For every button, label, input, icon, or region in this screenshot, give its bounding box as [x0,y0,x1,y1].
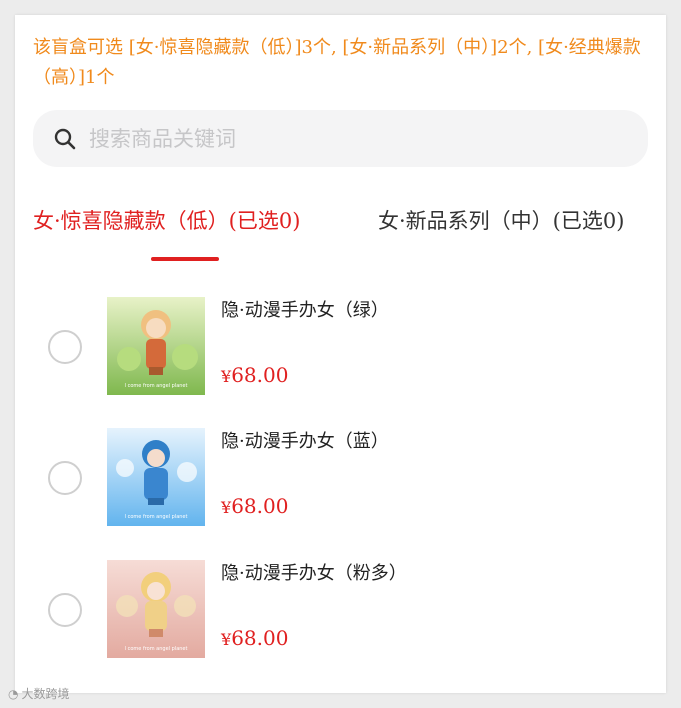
product-item[interactable]: I come from angel planet 隐·动漫手办女（粉多） ¥68… [15,560,666,660]
product-name: 隐·动漫手办女（蓝） [221,431,389,452]
thumb-caption: I come from angel planet [125,514,188,520]
search-input[interactable] [89,126,609,151]
tab-surprise-hidden[interactable]: 女·惊喜隐藏款（低）(已选0) [33,205,300,237]
select-radio[interactable] [48,593,82,627]
product-name: 隐·动漫手办女（绿） [221,300,389,321]
product-thumbnail[interactable]: I come from angel planet [107,428,205,526]
tab-new-series[interactable]: 女·新品系列（中）(已选0) [378,205,624,237]
product-price: ¥68.00 [221,363,289,387]
watermark-text: 大数跨境 [21,687,70,701]
product-price: ¥68.00 [221,626,289,650]
product-thumbnail[interactable]: I come from angel planet [107,560,205,658]
product-name: 隐·动漫手办女（粉多） [221,563,407,584]
product-price: ¥68.00 [221,494,289,518]
select-radio[interactable] [48,461,82,495]
search-icon [54,128,76,149]
select-radio[interactable] [48,330,82,364]
watermark-logo-icon: ◔ [8,686,19,701]
product-item[interactable]: I come from angel planet 隐·动漫手办女（绿） ¥68.… [15,297,666,397]
product-thumbnail[interactable]: I come from angel planet [107,297,205,395]
blind-box-panel: 该盲盒可选 [女·惊喜隐藏款（低）]3个, [女·新品系列（中）]2个, [女·… [15,15,666,693]
category-tabs: 女·惊喜隐藏款（低）(已选0) 女·新品系列（中）(已选0) [15,205,666,265]
watermark: ◔ 大数跨境 [8,685,70,702]
search-bar[interactable] [33,110,648,167]
thumb-caption: I come from angel planet [125,383,188,389]
thumb-caption: I come from angel planet [125,646,188,652]
active-tab-indicator [151,257,219,261]
selection-notice: 该盲盒可选 [女·惊喜隐藏款（低）]3个, [女·新品系列（中）]2个, [女·… [33,37,641,88]
product-item[interactable]: I come from angel planet 隐·动漫手办女（蓝） ¥68.… [15,428,666,528]
